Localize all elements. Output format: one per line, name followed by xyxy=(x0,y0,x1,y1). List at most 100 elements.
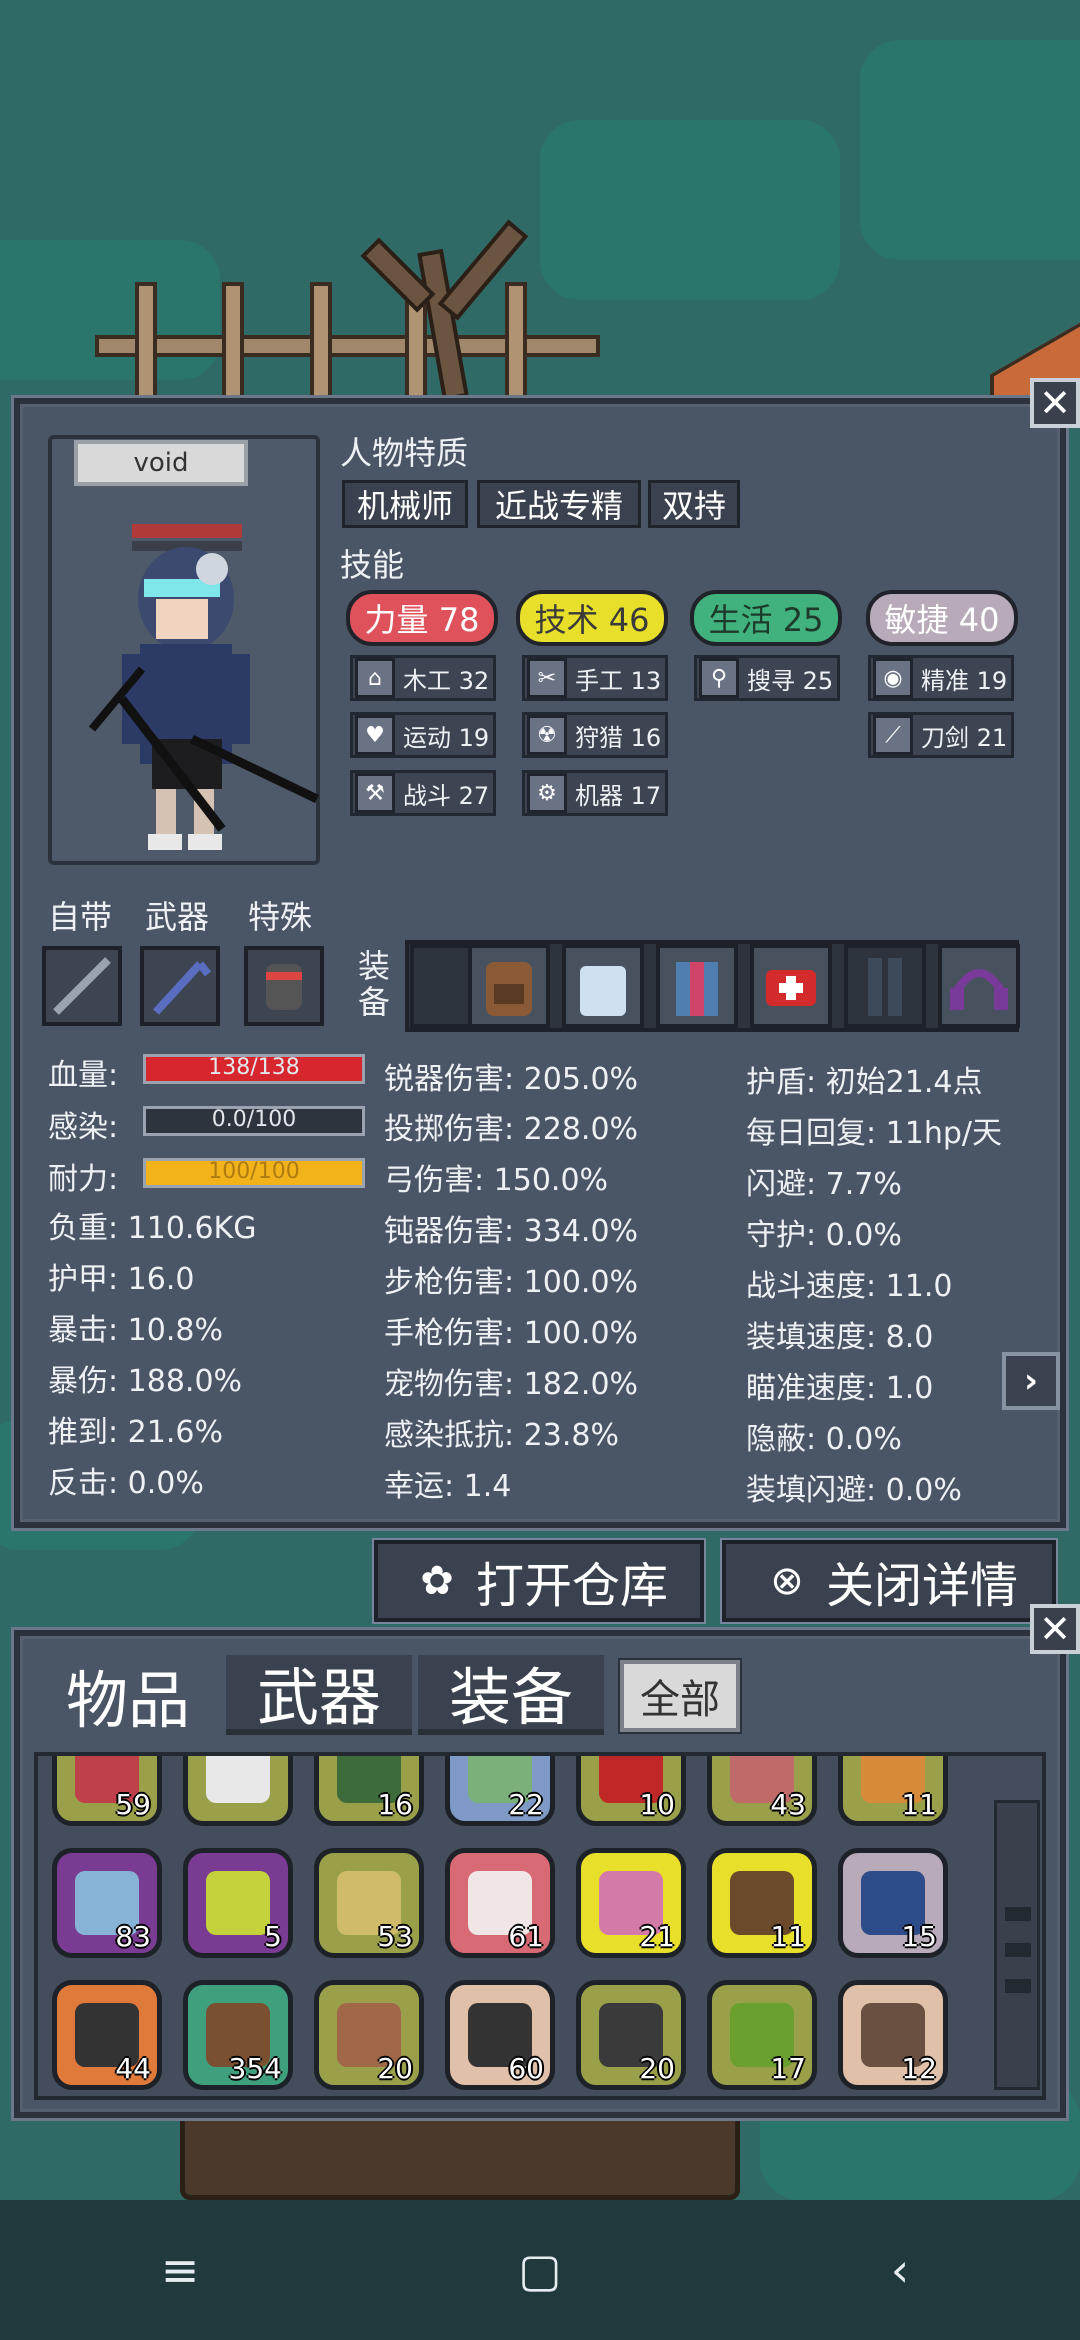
item-count: 22 xyxy=(508,1788,544,1821)
skill-life[interactable]: 生活 25 xyxy=(690,590,842,646)
back-icon[interactable]: ‹ xyxy=(860,2230,940,2310)
inventory-grid: 59 16 22 10 43 11 83 5 53 61 21 11 15 44 354 20 60 20 17 12 xyxy=(34,1752,1046,2100)
inventory-item[interactable]: 354 xyxy=(183,1980,293,2090)
inventory-item[interactable]: 20 xyxy=(576,1980,686,2090)
crowbar-icon xyxy=(153,961,212,1015)
inventory-item[interactable]: 22 xyxy=(445,1756,555,1826)
item-count: 21 xyxy=(639,1920,675,1953)
close-detail-icon[interactable]: ✕ xyxy=(1030,378,1080,428)
item-count: 16 xyxy=(377,1788,413,1821)
equip-slot-headphones[interactable] xyxy=(938,944,1020,1028)
inventory-item[interactable]: 59 xyxy=(52,1756,162,1826)
shirt-icon xyxy=(676,962,718,1016)
close-circle-icon: ⊗ xyxy=(770,1558,804,1604)
inventory-item[interactable]: 16 xyxy=(314,1756,424,1826)
hp-label: 血量: xyxy=(48,1058,119,1093)
inventory-item[interactable]: 10 xyxy=(576,1756,686,1826)
inventory-item[interactable]: 61 xyxy=(445,1848,555,1958)
stat-pistol-damage: 手枪伤害: 100.0% xyxy=(384,1316,639,1351)
subskill-search[interactable]: ⚲ 搜寻 25 xyxy=(694,655,840,701)
inventory-item[interactable]: 43 xyxy=(707,1756,817,1826)
innate-slot-label: 自带 xyxy=(48,898,113,936)
special-slot[interactable] xyxy=(244,946,324,1026)
equip-slot-medkit[interactable] xyxy=(750,944,832,1028)
character-sprite xyxy=(88,524,319,850)
subskill-woodwork[interactable]: ⌂ 木工 32 xyxy=(350,655,496,701)
stat-carry: 负重: 110.6KG xyxy=(48,1211,257,1246)
equip-label: 装备 xyxy=(358,947,391,1021)
trait-1[interactable]: 近战专精 xyxy=(477,480,641,528)
next-page-arrow-icon[interactable]: › xyxy=(1002,1352,1060,1410)
stat-push: 推到: 21.6% xyxy=(48,1415,223,1450)
stat-sharp-damage: 锐器伤害: 205.0% xyxy=(384,1062,639,1097)
equip-slot-backpack[interactable] xyxy=(468,944,550,1028)
item-count: 20 xyxy=(639,2052,675,2085)
subskill-machine[interactable]: ⚙ 机器 17 xyxy=(522,770,668,816)
item-count: 44 xyxy=(115,2052,151,2085)
tab-weapons[interactable]: 武器 xyxy=(226,1655,412,1735)
skill-tech[interactable]: 技术 46 xyxy=(516,590,668,646)
weapon-slot[interactable] xyxy=(140,946,220,1026)
item-count: 59 xyxy=(115,1788,151,1821)
item-count: 83 xyxy=(115,1920,151,1953)
home-icon[interactable]: ▢ xyxy=(500,2230,580,2310)
subskill-precision[interactable]: ◉ 精准 19 xyxy=(868,655,1014,701)
inventory-item[interactable]: 83 xyxy=(52,1848,162,1958)
subskill-combat[interactable]: ⚒ 战斗 27 xyxy=(350,770,496,816)
subskill-sport[interactable]: ♥ 运动 19 xyxy=(350,712,496,758)
skill-agility[interactable]: 敏捷 40 xyxy=(866,590,1018,646)
skill-strength[interactable]: 力量 78 xyxy=(346,590,498,646)
open-storage-button[interactable]: ✿ 打开仓库 xyxy=(372,1538,706,1624)
item-count: 20 xyxy=(377,2052,413,2085)
tab-items[interactable]: 物品 xyxy=(36,1655,220,1737)
stat-throw-damage: 投掷伤害: 228.0% xyxy=(384,1112,639,1147)
close-details-button[interactable]: ⊗ 关闭详情 xyxy=(720,1538,1058,1624)
stat-rifle-damage: 步枪伤害: 100.0% xyxy=(384,1265,639,1300)
inventory-item[interactable]: 60 xyxy=(445,1980,555,2090)
traits-title: 人物特质 xyxy=(340,434,469,472)
scissors-icon: ✂ xyxy=(527,658,567,698)
axe-icon: ⚒ xyxy=(355,773,395,813)
inventory-item[interactable]: 17 xyxy=(707,1980,817,2090)
inventory-item[interactable]: 20 xyxy=(314,1980,424,2090)
inventory-item[interactable]: 15 xyxy=(838,1848,948,1958)
equip-slot-bag[interactable] xyxy=(562,944,644,1028)
inventory-item[interactable]: 21 xyxy=(576,1848,686,1958)
weapon-slot-label: 武器 xyxy=(145,898,210,936)
filter-all-button[interactable]: 全部 xyxy=(618,1658,742,1734)
inventory-item[interactable]: 11 xyxy=(707,1848,817,1958)
stat-counter: 反击: 0.0% xyxy=(48,1466,204,1501)
plastic-bag-icon xyxy=(580,966,626,1016)
inventory-item[interactable]: 11 xyxy=(838,1756,948,1826)
tab-equipment[interactable]: 装备 xyxy=(418,1655,604,1735)
menu-icon[interactable]: ≡ xyxy=(140,2230,220,2310)
inventory-item[interactable] xyxy=(183,1756,293,1826)
inventory-item[interactable]: 53 xyxy=(314,1848,424,1958)
innate-slot[interactable] xyxy=(42,946,122,1026)
pants-icon xyxy=(868,958,902,1016)
inventory-scrollbar[interactable] xyxy=(994,1800,1040,2090)
item-count: 11 xyxy=(901,1788,937,1821)
trait-0[interactable]: 机械师 xyxy=(342,480,468,528)
inventory-item[interactable]: 12 xyxy=(838,1980,948,2090)
backpack-icon xyxy=(486,962,532,1016)
subskill-blade[interactable]: ⟋ 刀剑 21 xyxy=(868,712,1014,758)
trait-2[interactable]: 双持 xyxy=(648,480,740,528)
radiation-icon: ☢ xyxy=(527,715,567,755)
equip-slot-pants[interactable] xyxy=(844,944,926,1028)
subskill-craft[interactable]: ✂ 手工 13 xyxy=(522,655,668,701)
item-count: 12 xyxy=(901,2052,937,2085)
stat-dodge: 闪避: 7.7% xyxy=(746,1167,902,1202)
inventory-item[interactable]: 5 xyxy=(183,1848,293,1958)
infect-label: 感染: xyxy=(48,1110,119,1145)
item-icon xyxy=(206,1871,270,1935)
grenade-icon xyxy=(266,964,302,1010)
item-count: 53 xyxy=(377,1920,413,1953)
stat-armor: 护甲: 16.0 xyxy=(48,1262,195,1297)
close-inventory-icon[interactable]: ✕ xyxy=(1030,1604,1080,1654)
medkit-icon xyxy=(766,970,816,1006)
equip-slot-shirt[interactable] xyxy=(656,944,738,1028)
inventory-item[interactable]: 44 xyxy=(52,1980,162,2090)
subskill-hunting[interactable]: ☢ 狩猎 16 xyxy=(522,712,668,758)
bag-icon: ✿ xyxy=(420,1558,454,1604)
